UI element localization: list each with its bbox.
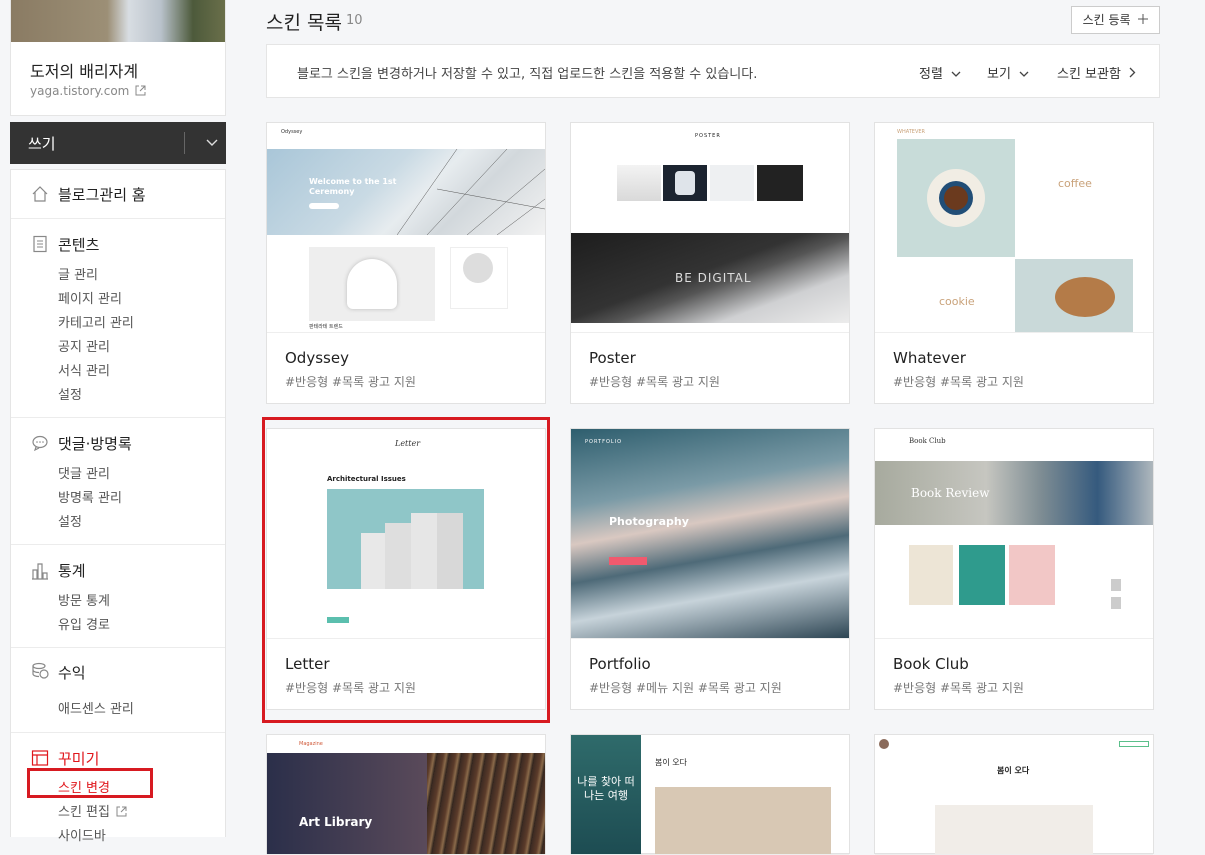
chart-icon [32, 563, 48, 580]
skin-name: Portfolio [589, 655, 651, 673]
sidebar-item-page-manage[interactable]: 페이지 관리 [58, 288, 122, 307]
skin-card-journey[interactable]: 나를 찾아 떠나는 여행 봄이 오다 [570, 734, 850, 855]
skin-card-whatever[interactable]: WHATEVER coffee cookie Whatever #반응형 #목록… [874, 122, 1154, 404]
thumb-hero-text: Welcome to the 1st Ceremony [309, 177, 397, 196]
sidebar-section-revenue: 수익 애드센스 관리 [11, 647, 225, 732]
layout-icon [31, 750, 49, 766]
skin-thumbnail: 나를 찾아 떠나는 여행 봄이 오다 [571, 735, 849, 855]
blog-profile-card: 도저의 배리자계 yaga.tistory.com [10, 0, 226, 116]
sidebar-item-home[interactable]: 블로그관리 홈 [58, 184, 146, 205]
sidebar-item-comment-manage[interactable]: 댓글 관리 [58, 463, 110, 482]
sidebar-item-category-manage[interactable]: 카테고리 관리 [58, 312, 134, 331]
page-title: 스킨 목록 [266, 12, 342, 34]
skin-card-portfolio[interactable]: PORTFOLIO Photography Portfolio #반응형 #메뉴… [570, 428, 850, 710]
sidebar-item-notice-manage[interactable]: 공지 관리 [58, 336, 110, 355]
document-icon [33, 235, 47, 253]
chevron-down-icon[interactable] [206, 139, 218, 147]
sidebar-item-guestbook-manage[interactable]: 방명록 관리 [58, 487, 122, 506]
skin-thumbnail: 봄이 오다 [875, 735, 1153, 855]
home-icon [32, 186, 48, 202]
sort-dropdown[interactable]: 정렬 [919, 63, 961, 82]
sidebar-item-post-manage[interactable]: 글 관리 [58, 264, 98, 283]
blog-cover-image [11, 0, 225, 42]
sidebar-section-home[interactable]: 블로그관리 홈 [11, 170, 225, 218]
chevron-down-icon [951, 71, 961, 77]
sidebar-item-contents-settings[interactable]: 설정 [58, 384, 82, 403]
external-link-icon [116, 806, 127, 817]
skin-info-text: 블로그 스킨을 변경하거나 저장할 수 있고, 직접 업로드한 스킨을 적용할 … [297, 67, 758, 82]
skin-thumbnail: WHATEVER coffee cookie [875, 123, 1153, 333]
skin-tags: #반응형 #목록 광고 지원 [893, 375, 1024, 389]
sidebar-item-visit-stats[interactable]: 방문 통계 [58, 590, 110, 609]
chevron-down-icon [1019, 71, 1029, 77]
coins-icon [32, 662, 49, 679]
highlight-box-skin-change [27, 768, 153, 798]
skin-thumbnail: Magazine Art Library [267, 735, 545, 855]
sidebar-item-adsense-manage[interactable]: 애드센스 관리 [58, 698, 134, 717]
sidebar-item-skin-edit[interactable]: 스킨 편집 [58, 801, 127, 820]
skin-tags: #반응형 #목록 광고 지원 [893, 681, 1024, 695]
sidebar-item-referrer[interactable]: 유입 경로 [58, 614, 110, 633]
sidebar-section-comments: 댓글·방명록 댓글 관리 방명록 관리 설정 [11, 417, 225, 544]
skin-thumbnail: Book Club Book Review [875, 429, 1153, 639]
skin-tags: #반응형 #목록 광고 지원 [589, 375, 720, 389]
skin-thumbnail: Odyssey Welcome to the 1st Ceremony 판테라테… [267, 123, 545, 333]
skin-card-poster[interactable]: POSTER BE DIGITAL Poster #반응형 #목록 광고 지원 [570, 122, 850, 404]
sidebar-section-stats: 통계 방문 통계 유입 경로 [11, 544, 225, 647]
skin-tags: #반응형 #목록 광고 지원 [285, 375, 416, 389]
sidebar-menu: 블로그관리 홈 콘텐츠 글 관리 페이지 관리 카테고리 관리 공지 관리 서식… [10, 169, 226, 844]
highlight-box-letter [262, 417, 550, 723]
blog-name[interactable]: 도저의 배리자계 [30, 58, 138, 82]
register-skin-button[interactable]: 스킨 등록 [1071, 6, 1160, 34]
sidebar-item-template-manage[interactable]: 서식 관리 [58, 360, 110, 379]
skin-card-spring[interactable]: 봄이 오다 [874, 734, 1154, 855]
skin-thumbnail: PORTFOLIO Photography [571, 429, 849, 639]
skin-name: Whatever [893, 349, 966, 367]
sidebar-section-contents: 콘텐츠 글 관리 페이지 관리 카테고리 관리 공지 관리 서식 관리 설정 [11, 218, 225, 417]
write-post-button[interactable]: 쓰기 [10, 122, 226, 164]
skin-storage-link[interactable]: 스킨 보관함 [1057, 63, 1136, 82]
blog-url-link[interactable]: yaga.tistory.com [30, 84, 146, 98]
external-link-icon [135, 85, 146, 96]
write-label: 쓰기 [28, 135, 56, 153]
plus-icon [1138, 14, 1149, 24]
sidebar-item-decorate[interactable]: 꾸미기 [58, 748, 99, 769]
skin-card-magazine[interactable]: Magazine Art Library [266, 734, 546, 855]
comment-icon [32, 435, 48, 452]
skin-card-book-club[interactable]: Book Club Book Review Book Club #반응형 #목록… [874, 428, 1154, 710]
skin-tags: #반응형 #메뉴 지원 #목록 광고 지원 [589, 681, 782, 695]
sidebar-item-contents[interactable]: 콘텐츠 [58, 234, 99, 255]
skin-count: 10 [346, 13, 363, 28]
sidebar-item-sidebar[interactable]: 사이드바 [58, 825, 106, 844]
view-dropdown[interactable]: 보기 [987, 63, 1029, 82]
skin-card-odyssey[interactable]: Odyssey Welcome to the 1st Ceremony 판테라테… [266, 122, 546, 404]
skin-info-bar: 블로그 스킨을 변경하거나 저장할 수 있고, 직접 업로드한 스킨을 적용할 … [266, 44, 1160, 98]
skin-name: Poster [589, 349, 636, 367]
skin-name: Odyssey [285, 349, 349, 367]
skin-thumbnail: POSTER BE DIGITAL [571, 123, 849, 333]
sidebar-item-revenue[interactable]: 수익 [58, 662, 86, 683]
sidebar-item-comments[interactable]: 댓글·방명록 [58, 433, 132, 454]
sidebar-item-stats[interactable]: 통계 [58, 560, 86, 581]
chevron-right-icon [1129, 67, 1136, 78]
skin-name: Book Club [893, 655, 969, 673]
sidebar-item-comment-settings[interactable]: 설정 [58, 511, 82, 530]
write-divider [184, 132, 185, 154]
